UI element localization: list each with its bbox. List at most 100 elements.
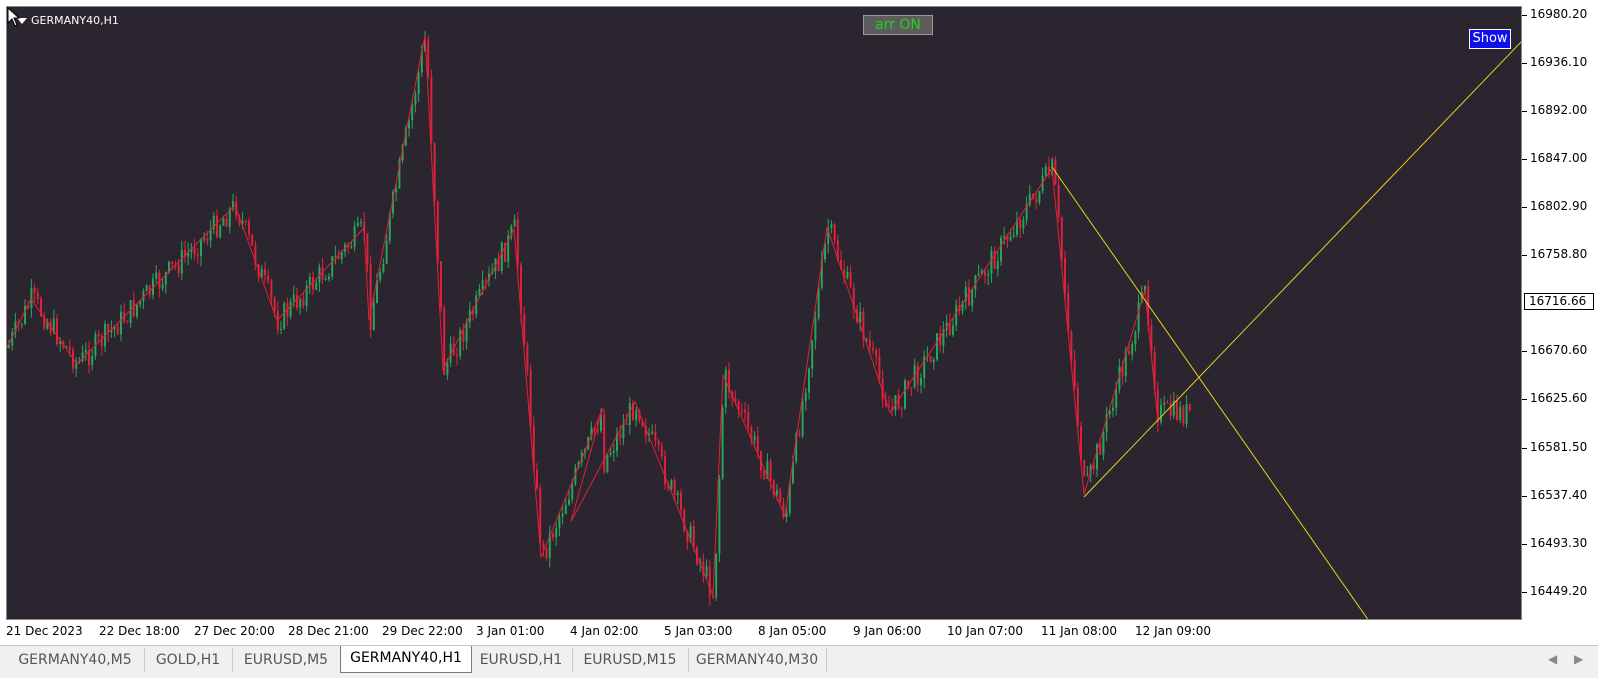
time-axis-label: 12 Jan 09:00 [1135, 624, 1211, 638]
candle-body [971, 289, 974, 306]
candle-body [673, 479, 676, 496]
candle-body [1022, 219, 1025, 229]
candle-body [724, 369, 727, 408]
candle-body [996, 260, 999, 269]
candle-body [936, 333, 938, 360]
candle-body [100, 335, 103, 347]
candle-body [715, 553, 718, 598]
candle-body [1160, 404, 1162, 423]
candle-body [776, 490, 778, 495]
candle-body [248, 221, 250, 235]
candle-body [1166, 402, 1169, 404]
candle-body [801, 401, 804, 436]
candle-body [427, 39, 430, 77]
candle-body [920, 378, 922, 385]
show-button[interactable]: Show [1469, 29, 1511, 49]
chart-plot-area[interactable]: GERMANY40,H1 arr ON Show [6, 6, 1522, 620]
scroll-right-icon[interactable]: ▶ [1574, 652, 1583, 666]
chart-symbol-title[interactable]: GERMANY40,H1 [17, 14, 119, 27]
candle-body [1038, 191, 1041, 203]
candle-body [1000, 237, 1002, 261]
candle-body [462, 330, 465, 342]
arr-toggle-button[interactable]: arr ON [863, 15, 933, 35]
candle-body [740, 409, 743, 411]
candle-body [676, 492, 679, 496]
candle-body [1019, 219, 1022, 229]
time-axis-label: 21 Dec 2023 [6, 624, 83, 638]
chart-window[interactable]: GERMANY40,H1 arr ON Show 16980.20 16936.1… [0, 0, 1598, 645]
candle-body [331, 256, 334, 277]
candle-body [1092, 465, 1095, 470]
candle-body [808, 368, 810, 393]
candle-body [1131, 344, 1134, 355]
price-tick [1522, 207, 1527, 208]
candle-body [225, 218, 228, 227]
candle-body [952, 325, 954, 336]
candle-body [769, 461, 772, 481]
candle-body [1012, 234, 1015, 237]
current-price-label: 16716.66 [1524, 293, 1594, 310]
trendline-down[interactable] [1051, 166, 1369, 620]
price-tick [1522, 15, 1527, 16]
candle-body [763, 470, 766, 479]
candle-body [513, 219, 516, 227]
candle-body [596, 430, 599, 432]
candle-body [385, 240, 388, 265]
price-chart[interactable] [7, 7, 1522, 620]
candle-body [849, 271, 852, 288]
candle-body [955, 305, 958, 326]
candle-body [120, 311, 122, 335]
candle-body [417, 72, 420, 95]
candle-body [193, 247, 196, 255]
candle-body [670, 479, 673, 489]
candle-body [516, 219, 519, 265]
candle-body [161, 284, 164, 289]
candle-body [68, 346, 71, 351]
candle-body [878, 356, 881, 379]
candle-body [910, 387, 913, 389]
tab-germany40-m5[interactable]: GERMANY40,M5 [6, 648, 145, 672]
candle-body [180, 249, 183, 274]
candle-body [705, 566, 708, 576]
candle-body [1137, 302, 1140, 332]
scroll-left-icon[interactable]: ◀ [1548, 652, 1557, 666]
candle-body [657, 440, 660, 446]
candle-body [558, 516, 561, 529]
candle-body [744, 409, 746, 413]
zigzag-line[interactable] [7, 35, 1158, 596]
tab-eurusd-m5[interactable]: EURUSD,M5 [232, 648, 341, 672]
candle-body [411, 104, 414, 120]
candle-body [446, 362, 449, 375]
tab-germany40-h1[interactable]: GERMANY40,H1 [340, 646, 472, 673]
candle-body [692, 526, 695, 548]
candle-body [200, 238, 202, 257]
candle-body [315, 282, 318, 290]
time-axis-label: 10 Jan 07:00 [947, 624, 1023, 638]
time-axis-label: 9 Jan 06:00 [853, 624, 922, 638]
price-tick [1522, 255, 1527, 256]
candle-body [97, 334, 100, 336]
time-axis-label: 3 Jan 01:00 [476, 624, 545, 638]
candle-body [1112, 407, 1114, 411]
candle-body [875, 350, 878, 357]
trendline-up[interactable] [1083, 40, 1522, 498]
time-axis-label: 5 Jan 03:00 [664, 624, 733, 638]
candle-body [1035, 198, 1038, 203]
candle-body [712, 596, 714, 598]
price-axis-label: 16980.20 [1530, 7, 1588, 21]
time-axis-label: 11 Jan 08:00 [1041, 624, 1117, 638]
tab-eurusd-m15[interactable]: EURUSD,M15 [572, 648, 689, 672]
candle-body [625, 422, 628, 425]
candle-body [251, 234, 254, 246]
candle-body [244, 221, 247, 223]
candle-body [280, 328, 282, 330]
tab-germany40-m30[interactable]: GERMANY40,M30 [688, 648, 827, 672]
time-axis[interactable]: 21 Dec 2023 22 Dec 18:00 27 Dec 20:00 28 De… [6, 620, 1522, 638]
tab-eurusd-h1[interactable]: EURUSD,H1 [470, 648, 573, 672]
price-axis-label: 16449.20 [1530, 584, 1588, 598]
candle-body [216, 215, 218, 238]
price-axis[interactable]: 16980.20 16936.10 16892.00 16847.00 16802.90… [1522, 6, 1598, 620]
candle-body [868, 339, 871, 349]
candle-body [990, 251, 993, 275]
tab-gold-h1[interactable]: GOLD,H1 [144, 648, 233, 672]
